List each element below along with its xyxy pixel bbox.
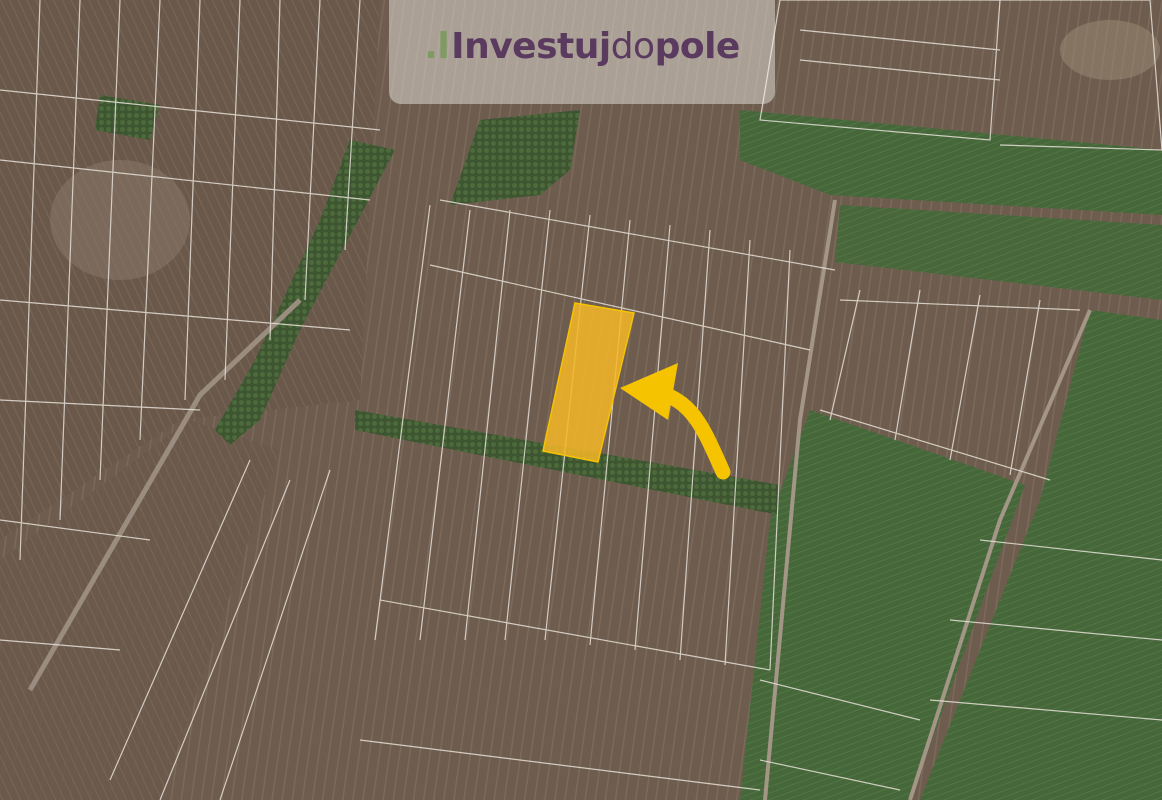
pale-soil-patch (1060, 20, 1160, 80)
logo-banner: .lInvestujdopole (389, 0, 775, 104)
logo-text-pole: pole (654, 26, 741, 67)
logo-mark: .l (424, 26, 450, 67)
satellite-parcel-map[interactable] (0, 0, 1162, 800)
logo-text-do: do (610, 26, 655, 67)
logo-text-investuj: Investuj (451, 26, 611, 67)
investujdopole-logo: .lInvestujdopole (389, 26, 775, 67)
